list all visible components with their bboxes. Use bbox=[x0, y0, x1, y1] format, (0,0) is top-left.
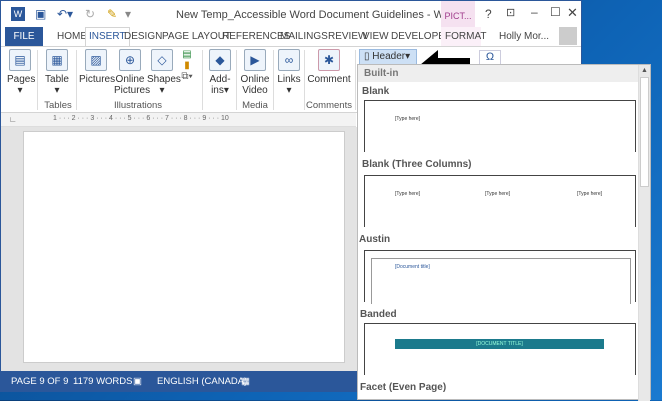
gallery-section-built-in: Built-in bbox=[358, 65, 639, 82]
shapes-label: Shapes bbox=[147, 74, 181, 85]
close-button[interactable]: ✕ bbox=[567, 5, 578, 21]
word-logo-icon: W bbox=[11, 7, 25, 21]
header-button[interactable]: ▯ Header▾ bbox=[359, 49, 417, 65]
gallery-item-austin[interactable]: [Document title] bbox=[364, 250, 636, 304]
gallery-item-title: Banded bbox=[360, 309, 397, 320]
pictures-button[interactable]: ▨ Pictures bbox=[79, 49, 116, 85]
window-title: New Temp_Accessible Word Document Guidel… bbox=[176, 9, 460, 21]
online-pictures-label-2: Pictures bbox=[114, 85, 151, 96]
proofing-icon[interactable]: ▣ bbox=[133, 371, 142, 392]
pictures-icon: ▨ bbox=[85, 49, 107, 71]
customize-qat-icon[interactable]: ▾ bbox=[125, 7, 131, 21]
table-label: Table bbox=[45, 74, 69, 85]
word-count[interactable]: 1179 WORDS bbox=[73, 371, 132, 392]
table-icon: ▦ bbox=[46, 49, 68, 71]
online-video-button[interactable]: ▶ Online Video bbox=[239, 49, 271, 96]
format-painter-icon[interactable]: ✎ bbox=[107, 7, 117, 21]
add-ins-button[interactable]: ◆ Add-ins▾ bbox=[206, 49, 234, 96]
smartart-chart-buttons[interactable]: ▤ ▮ ⧉▾ bbox=[179, 49, 195, 82]
divider bbox=[37, 50, 38, 110]
divider bbox=[202, 50, 203, 110]
media-group-label: Media bbox=[242, 100, 268, 111]
placeholder-text: [Type here] bbox=[395, 191, 421, 197]
comment-button[interactable]: ✱ Comment bbox=[307, 49, 351, 85]
gallery-item-blank-three-columns[interactable]: [Type here] [Type here] [Type here] bbox=[364, 175, 636, 227]
pictures-label: Pictures bbox=[79, 74, 116, 85]
scroll-up-icon[interactable]: ▲ bbox=[641, 67, 648, 74]
maximize-button[interactable]: ☐ bbox=[550, 5, 561, 19]
gallery-item-title: Austin bbox=[359, 234, 391, 245]
placeholder-text: [Type here] bbox=[485, 191, 511, 197]
page-count[interactable]: PAGE 9 OF 9 bbox=[11, 371, 68, 392]
placeholder-text: [DOCUMENT TITLE] bbox=[395, 339, 604, 349]
header-label: Header bbox=[372, 51, 406, 62]
add-ins-label: Add- bbox=[209, 74, 231, 85]
divider bbox=[236, 50, 237, 110]
symbol-button[interactable]: Ω bbox=[479, 50, 501, 65]
document-area bbox=[1, 127, 357, 371]
header-icon: ▯ bbox=[364, 51, 370, 62]
online-pictures-icon: ⊕ bbox=[119, 49, 141, 71]
illustrations-group-label: Illustrations bbox=[113, 100, 163, 111]
pages-icon: ▤ bbox=[9, 49, 31, 71]
ruler-scale: 1 · · · 2 · · · 3 · · · 4 · · · 5 · · · … bbox=[53, 115, 229, 122]
shapes-button[interactable]: ◇ Shapes ▾ bbox=[147, 49, 181, 96]
divider bbox=[76, 50, 77, 110]
divider bbox=[273, 50, 274, 110]
links-label: Links bbox=[277, 74, 301, 85]
gallery-scrollbar[interactable]: ▲ bbox=[638, 65, 650, 401]
gallery-item-title: Blank bbox=[362, 86, 390, 97]
gallery-item-title: Blank (Three Columns) bbox=[362, 159, 472, 170]
tab-format[interactable]: FORMAT bbox=[441, 27, 486, 47]
links-icon: ∞ bbox=[278, 49, 300, 71]
placeholder-text: [Type here] bbox=[395, 116, 421, 122]
table-button[interactable]: ▦ Table ▾ bbox=[43, 49, 71, 96]
macro-recording-icon[interactable]: ▦ bbox=[241, 371, 250, 392]
shapes-icon: ◇ bbox=[151, 49, 173, 71]
scrollbar-thumb[interactable] bbox=[640, 77, 649, 187]
smartart-icon[interactable]: ▤ bbox=[182, 49, 191, 60]
gallery-item-title: Facet (Even Page) bbox=[360, 382, 447, 393]
language[interactable]: ENGLISH (CANADA) bbox=[157, 371, 247, 392]
tab-file[interactable]: FILE bbox=[5, 27, 43, 47]
header-gallery-dropdown: Built-in Blank [Type here] Blank (Three … bbox=[357, 64, 651, 401]
tables-group-label: Tables bbox=[44, 100, 72, 111]
contextual-tab-picture-tools[interactable]: PICT... bbox=[441, 1, 475, 29]
comment-label: Comment bbox=[307, 74, 351, 85]
online-video-label-2: Video bbox=[242, 85, 268, 96]
minimize-button[interactable]: – bbox=[531, 5, 538, 19]
placeholder-text: [Document title] bbox=[395, 264, 430, 270]
user-account[interactable]: Holly Mor... bbox=[495, 27, 553, 47]
help-button[interactable]: ? bbox=[485, 7, 492, 21]
tab-selector-icon[interactable]: ∟ bbox=[9, 115, 17, 124]
pages-button[interactable]: ▤ Pages ▾ bbox=[7, 49, 36, 96]
screenshot-icon[interactable]: ⧉▾ bbox=[181, 71, 192, 82]
links-button[interactable]: ∞ Links ▾ bbox=[276, 49, 302, 96]
online-video-icon: ▶ bbox=[244, 49, 266, 71]
document-page[interactable] bbox=[23, 131, 345, 363]
user-avatar[interactable] bbox=[559, 27, 577, 45]
pages-label: Pages bbox=[7, 74, 36, 85]
redo-icon[interactable]: ↻ bbox=[85, 7, 95, 21]
comments-group-label: Comments bbox=[306, 100, 352, 111]
ribbon-tabs: FILE HOME INSERT DESIGN PAGE LAYOUT REFE… bbox=[1, 27, 581, 47]
online-pictures-label: Online bbox=[115, 74, 145, 85]
horizontal-ruler[interactable]: ∟ 1 · · · 2 · · · 3 · · · 4 · · · 5 · · … bbox=[1, 113, 356, 127]
save-icon[interactable]: ▣ bbox=[35, 7, 46, 21]
chart-icon[interactable]: ▮ bbox=[184, 60, 190, 71]
gallery-item-banded[interactable]: [DOCUMENT TITLE] bbox=[364, 323, 636, 375]
divider bbox=[355, 50, 356, 110]
add-ins-label-2: ins bbox=[211, 85, 224, 96]
online-video-label: Online bbox=[240, 74, 270, 85]
online-pictures-button[interactable]: ⊕ Online Pictures bbox=[114, 49, 150, 96]
title-bar: W ▣ ↶▾ ↻ ✎ ▾ New Temp_Accessible Word Do… bbox=[1, 1, 581, 29]
comment-icon: ✱ bbox=[318, 49, 340, 71]
placeholder-text: [Type here] bbox=[577, 191, 603, 197]
add-ins-icon: ◆ bbox=[209, 49, 231, 71]
ribbon-display-options-icon[interactable]: ⊡ bbox=[506, 6, 515, 19]
undo-icon[interactable]: ↶▾ bbox=[57, 7, 73, 21]
gallery-item-blank[interactable]: [Type here] bbox=[364, 100, 636, 152]
